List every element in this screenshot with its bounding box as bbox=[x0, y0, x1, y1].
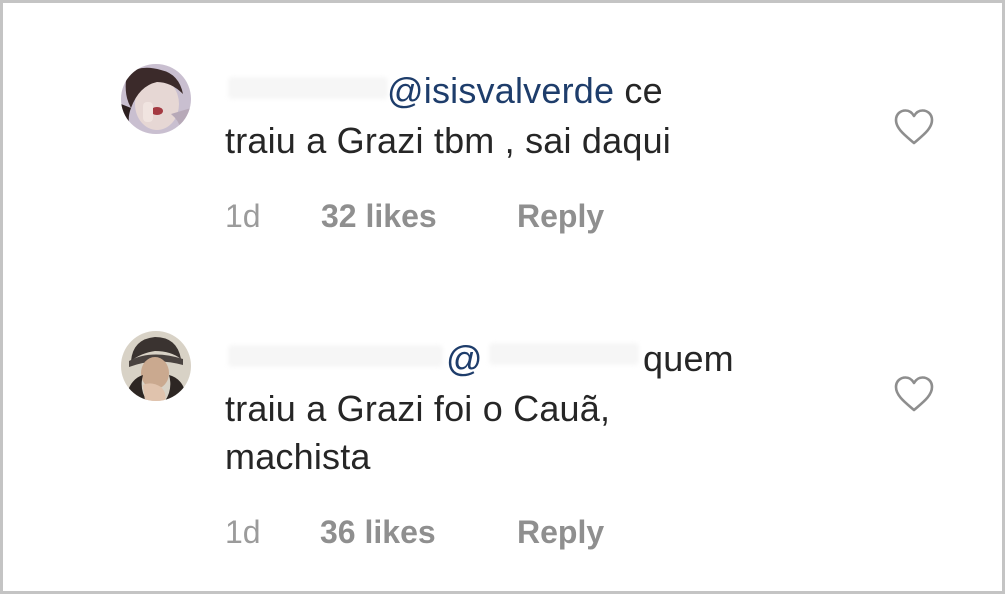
avatar[interactable] bbox=[121, 64, 191, 134]
username-redacted bbox=[228, 77, 388, 99]
heart-outline-icon[interactable] bbox=[893, 375, 935, 413]
comment-timestamp[interactable]: 1d bbox=[225, 512, 261, 552]
comments-panel: @isisvalverde ce traiu a Grazi tbm , sai… bbox=[0, 0, 1005, 594]
username-redacted bbox=[228, 345, 443, 367]
comment-text-line-1: @ bbox=[446, 337, 483, 381]
comment-text-line-2: traiu a Grazi tbm , sai daqui bbox=[225, 120, 671, 161]
likes-count[interactable]: 32 likes bbox=[321, 196, 437, 236]
comment-text-line-1: @isisvalverde ce bbox=[387, 69, 663, 113]
heart-outline-icon[interactable] bbox=[893, 108, 935, 146]
comment-text-fragment: quem bbox=[643, 338, 734, 379]
reply-button[interactable]: Reply bbox=[517, 196, 604, 236]
comment-text-fragment: ce bbox=[614, 70, 663, 111]
comment-text-line-2: traiu a Grazi foi o Cauã, bbox=[225, 388, 611, 429]
comment-timestamp[interactable]: 1d bbox=[225, 196, 261, 236]
mention-redacted bbox=[489, 343, 639, 365]
reply-button[interactable]: Reply bbox=[517, 512, 604, 552]
comment-text-line-3: machista bbox=[225, 436, 371, 477]
likes-count[interactable]: 36 likes bbox=[320, 512, 436, 552]
avatar[interactable] bbox=[121, 331, 191, 401]
mention-link[interactable]: @isisvalverde bbox=[387, 70, 614, 111]
mention-link[interactable]: @ bbox=[446, 338, 483, 379]
